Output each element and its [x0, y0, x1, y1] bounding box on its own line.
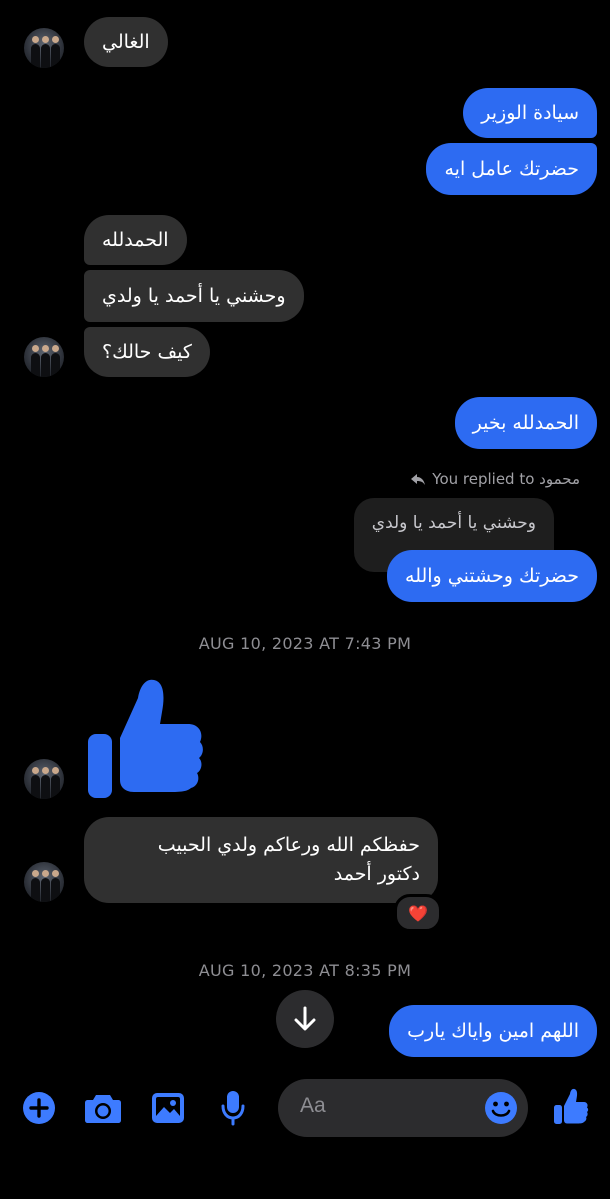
large-thumbs-up-icon[interactable]: [86, 676, 206, 802]
message-input[interactable]: Aa: [278, 1079, 528, 1137]
gallery-icon[interactable]: [151, 1092, 185, 1124]
plus-icon[interactable]: [22, 1091, 56, 1125]
arrow-down-icon: [294, 1006, 316, 1031]
reply-header-text: You replied to محمود: [432, 470, 580, 488]
heart-reaction: ❤️: [408, 903, 428, 923]
outgoing-message[interactable]: حضرتك وحشتني والله: [387, 550, 597, 602]
timestamp: AUG 10, 2023 AT 8:35 PM: [198, 961, 412, 980]
avatar[interactable]: [24, 337, 64, 377]
avatar[interactable]: [24, 28, 64, 68]
incoming-message[interactable]: وحشني يا أحمد يا ولدي: [84, 270, 304, 322]
emoji-icon[interactable]: [484, 1091, 518, 1125]
reaction-badge[interactable]: ❤️: [394, 894, 442, 932]
microphone-icon[interactable]: [220, 1090, 246, 1126]
message-line: دكتور أحمد: [333, 863, 420, 885]
outgoing-message[interactable]: حضرتك عامل ايه: [426, 143, 597, 195]
reply-header: You replied to محمود: [410, 469, 580, 489]
timestamp: AUG 10, 2023 AT 7:43 PM: [198, 634, 412, 653]
avatar[interactable]: [24, 759, 64, 799]
outgoing-message[interactable]: الحمدلله بخير: [454, 397, 597, 449]
reply-icon: [411, 474, 426, 485]
incoming-message[interactable]: حفظكم الله ورعاكم ولدي الحبيب دكتور أحمد: [84, 817, 438, 903]
outgoing-message[interactable]: اللهم امين واياك يارب: [389, 1005, 597, 1057]
scroll-to-bottom-button[interactable]: [276, 990, 334, 1048]
avatar[interactable]: [24, 862, 64, 902]
outgoing-message[interactable]: سيادة الوزير: [463, 88, 597, 138]
camera-icon[interactable]: [84, 1092, 122, 1124]
message-input-placeholder: Aa: [300, 1094, 326, 1117]
incoming-message[interactable]: الغالي: [84, 17, 168, 67]
message-line: حفظكم الله ورعاكم ولدي الحبيب: [157, 834, 420, 856]
thumbs-up-icon[interactable]: [553, 1088, 589, 1126]
incoming-message[interactable]: الحمدلله: [84, 215, 187, 265]
incoming-message[interactable]: كيف حالك؟: [84, 327, 210, 377]
